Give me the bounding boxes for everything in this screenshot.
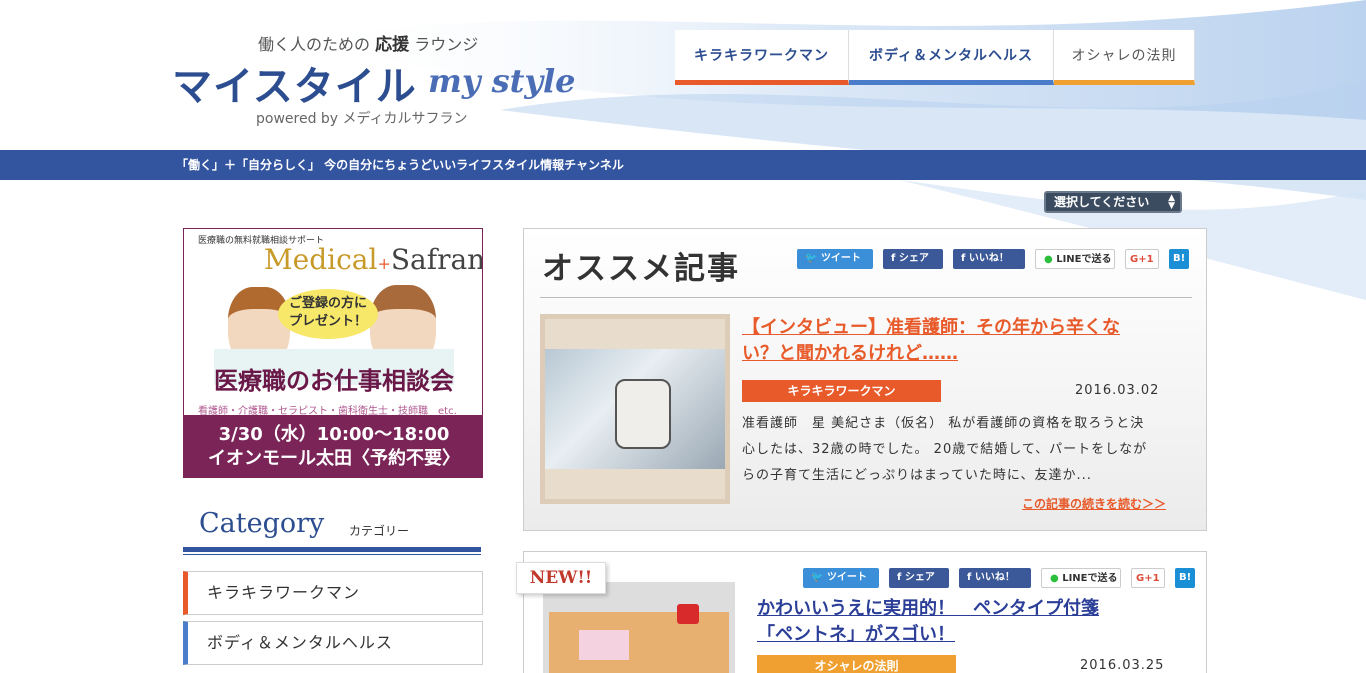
nav-kirakira-workman[interactable]: キラキラワークマン	[675, 30, 849, 85]
banner-speech-bubble: ご登録の方に プレゼント！	[278, 289, 378, 339]
category-item-kirakira-workman[interactable]: キラキラワークマン	[183, 571, 483, 615]
article-title[interactable]: かわいいうえに実用的！ ペンタイプ付箋 「ペントネ」がスゴい！	[757, 596, 1099, 648]
banner-date-place: 3/30（水）10:00〜18:00 イオンモール太田〈予約不要〉	[184, 415, 482, 477]
nav-body-mental-health[interactable]: ボディ＆メンタルヘルス	[849, 30, 1054, 85]
nav-fashion-rules[interactable]: オシャレの法則	[1054, 30, 1195, 85]
new-badge: NEW!!	[516, 562, 606, 594]
line-send-button[interactable]: ● LINEで送る	[1035, 249, 1115, 269]
facebook-like-button[interactable]: f いいね！	[959, 568, 1031, 588]
featured-article-image[interactable]	[540, 314, 730, 504]
global-nav: キラキラワークマン ボディ＆メンタルヘルス オシャレの法則	[675, 30, 1195, 85]
logo-english: my style	[428, 62, 576, 100]
article-category-tag[interactable]: オシャレの法則	[757, 655, 956, 673]
desk-photo	[549, 612, 729, 673]
category-select[interactable]: 選択してください ▲ ▼	[1044, 191, 1182, 213]
featured-heading: オススメ記事	[542, 251, 740, 287]
category-select-label: 選択してください	[1054, 195, 1150, 209]
site-description-bar: 「働く」＋「自分らしく」 今の自分にちょうどいいライフスタイル情報チャンネル	[0, 150, 1366, 180]
logo-japanese: マイスタイル	[172, 64, 417, 110]
line-send-button[interactable]: ● LINEで送る	[1041, 568, 1121, 588]
line-icon: ●	[1050, 573, 1059, 584]
logo-tagline: 働く人のための 応援 ラウンジ	[258, 35, 479, 55]
facebook-share-button[interactable]: f シェア	[883, 249, 943, 269]
wheelchair-figure	[615, 379, 671, 449]
featured-section: オススメ記事 🐦 ツイート f シェア f いいね！ ● LINEで送る G+1…	[523, 228, 1207, 531]
tweet-button[interactable]: 🐦 ツイート	[797, 249, 873, 269]
hatena-bookmark-button[interactable]: B!	[1169, 249, 1189, 269]
facebook-like-button[interactable]: f いいね！	[953, 249, 1025, 269]
category-heading-en: Category	[199, 508, 325, 539]
banner-title: 医療職のお仕事相談会	[214, 367, 454, 395]
category-heading: Category カテゴリー	[183, 506, 481, 555]
read-more-link[interactable]: この記事の続きを読む＞＞	[1022, 495, 1166, 512]
category-item-body-mental-health[interactable]: ボディ＆メンタルヘルス	[183, 621, 483, 665]
logo-powered-by: powered by メディカルサフラン	[256, 111, 468, 127]
featured-article-date: 2016.03.02	[1075, 383, 1160, 398]
featured-article-category-tag[interactable]: キラキラワークマン	[742, 380, 941, 402]
article-image[interactable]	[543, 582, 735, 673]
hatena-bookmark-button[interactable]: B!	[1175, 568, 1195, 588]
sticky-note-figure	[579, 630, 629, 660]
line-icon: ●	[1044, 254, 1053, 265]
tweet-button[interactable]: 🐦 ツイート	[803, 568, 879, 588]
google-plus-button[interactable]: G+1	[1125, 249, 1159, 269]
site-logo[interactable]: 働く人のための 応援 ラウンジ マイスタイル my style powered …	[170, 28, 590, 128]
cup-figure	[677, 604, 699, 624]
share-buttons: 🐦 ツイート f シェア f いいね！ ● LINEで送る G+1 B!	[797, 249, 1189, 269]
featured-article-excerpt: 准看護師 星 美紀さま（仮名） 私が看護師の資格を取ろうと決 心したは、32歳の時…	[742, 416, 1148, 483]
share-buttons-article: 🐦 ツイート f シェア f いいね！ ● LINEで送る G+1 B!	[803, 568, 1195, 588]
article-date: 2016.03.25	[1080, 658, 1165, 673]
featured-article-title[interactable]: 【インタビュー】准看護師：その年から辛くな い？と聞かれるけれど……	[742, 315, 1120, 367]
category-heading-ja: カテゴリー	[349, 524, 410, 538]
facebook-share-button[interactable]: f シェア	[889, 568, 949, 588]
featured-divider	[540, 297, 1192, 298]
google-plus-button[interactable]: G+1	[1131, 568, 1165, 588]
select-arrows-icon: ▲ ▼	[1168, 193, 1175, 211]
event-banner[interactable]: 医療職の無料就職相談サポート Medical+Safran ご登録の方に プレゼン…	[183, 228, 483, 478]
banner-logo: Medical+Safran	[264, 243, 483, 276]
